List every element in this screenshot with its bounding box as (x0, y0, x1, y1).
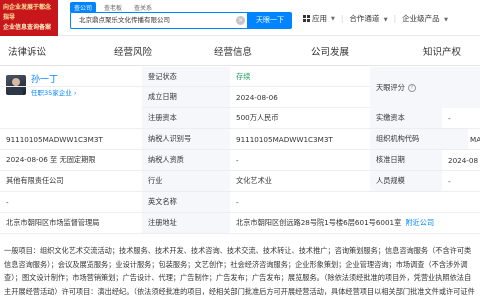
address-value: 北京市朝阳区创远路28号院1号楼6层601号6001室 (236, 218, 402, 227)
table-row: 登记状态 存续 天眼评分 ? (0, 67, 480, 108)
table-row: 注册资本 500万人民币 实缴资本 - (0, 108, 480, 129)
score-label: 天眼评分 (376, 82, 405, 92)
close-icon[interactable]: × (236, 16, 245, 25)
taxpayer-label: 纳税人资质 (142, 150, 230, 170)
approval-value: 2024-08 (448, 155, 479, 165)
score-label-cell: 天眼评分 ? (370, 67, 480, 108)
credit-code-value[interactable]: 91110105MADWW1C3M3T (0, 129, 142, 149)
nav-apps-label: 应用 (312, 14, 327, 23)
address-label: 注册地址 (142, 213, 230, 233)
tab-risk[interactable]: 经营风险 (114, 44, 152, 58)
nearby-companies-link[interactable]: 附近公司 (405, 218, 434, 228)
taxpayer-value: - (236, 155, 239, 165)
paid-capital-label: 实缴资本 (370, 108, 442, 128)
address-cell: 北京市朝阳区创远路28号院1号楼6层601号6001室 附近公司 (230, 213, 480, 233)
blank-cell (0, 108, 142, 128)
chevron-down-icon: ▼ (444, 17, 448, 23)
tax-id-value[interactable]: 91110105MADWW1C3M3T (230, 129, 370, 149)
nav-cooperation-label: 合作通道 (349, 14, 380, 23)
tax-id-label: 纳税人识别号 (142, 129, 230, 149)
established-value: 2024-08-06 (236, 92, 278, 102)
english-name-value: - (236, 197, 239, 207)
table-row: 成立日期 2024-08-06 (142, 87, 370, 108)
status-label: 登记状态 (142, 67, 230, 86)
industry-label: 行业 (142, 171, 230, 191)
banner-line-1: 向企业发展于都念指导 (3, 4, 52, 21)
term-value: 2024-08-06 至 无固定期限 (6, 155, 96, 164)
english-name-label: 英文名称 (142, 192, 230, 212)
nav-enterprise-label: 企业级产品 (402, 14, 440, 23)
approval-label: 核准日期 (370, 150, 442, 170)
business-scope-text: 一般项目：组织文化艺术交流活动；技术服务、技术开发、技术咨询、技术交流、技术转让… (4, 246, 475, 296)
authority-value: 北京市朝阳区市场监督管理局 (6, 218, 100, 227)
grid-icon (303, 15, 310, 22)
org-code-label: 组织机构代码 (370, 129, 468, 149)
promo-banner[interactable]: 向企业发展于都念指导 企业信息查询备案 (0, 0, 58, 36)
nav-divider: | (340, 14, 344, 23)
nav-enterprise[interactable]: 企业级产品 ▼ (402, 13, 448, 24)
table-row: 2024-08-06 至 无固定期限 纳税人资质 - 核准日期 2024-08 (0, 150, 480, 171)
reg-capital-value: 500万人民币 (236, 113, 279, 122)
reg-capital-label: 注册资本 (142, 108, 230, 128)
nav-apps[interactable]: 应用 ▼ (303, 13, 335, 24)
search-input[interactable]: 北京鼎点聚乐文化传播有限公司 (70, 12, 248, 29)
established-label: 成立日期 (142, 87, 230, 107)
tab-operation[interactable]: 经营信息 (214, 44, 252, 58)
table-row: - 英文名称 - (0, 192, 480, 213)
search-button[interactable]: 天眼一下 (248, 12, 292, 29)
chevron-down-icon: ▼ (331, 15, 335, 22)
question-icon[interactable]: ? (407, 83, 416, 92)
table-row: 91110105MADWW1C3M3T 纳税人识别号 91110105MADWW… (0, 129, 480, 150)
tab-development[interactable]: 公司发展 (311, 44, 349, 58)
nav-divider: | (393, 14, 397, 23)
chevron-down-icon: ▼ (383, 17, 388, 23)
company-type-value: 其他有限责任公司 (6, 176, 64, 185)
org-code-value: MA (470, 134, 480, 144)
table-row: 其他有限责任公司 行业 文化艺术业 人员规模 - (0, 171, 480, 192)
banner-line-2: 企业信息查询备案 (3, 24, 52, 31)
nav-cooperation[interactable]: 合作通道 ▼ (349, 13, 387, 24)
tab-legal[interactable]: 法律诉讼 (8, 44, 46, 58)
table-row: 北京市朝阳区市场监督管理局 注册地址 北京市朝阳区创远路28号院1号楼6层601… (0, 213, 480, 234)
legal-rep-companies[interactable]: 任职35家企业 › (31, 88, 76, 98)
status-badge: 存续 (236, 71, 251, 81)
section-tabs: 法律诉讼 经营风险 经营信息 公司发展 知识产权 (0, 37, 480, 66)
paid-capital-value: - (448, 113, 451, 123)
staff-value: - (448, 176, 451, 186)
industry-value: 文化艺术业 (236, 176, 272, 185)
staff-label: 人员规模 (370, 171, 442, 191)
insured-value: - (6, 197, 9, 207)
top-bar: 向企业发展于都念指导 企业信息查询备案 查公司 查老板 查关系 北京鼎点聚乐文化… (0, 0, 480, 36)
tab-ip[interactable]: 知识产权 (423, 44, 461, 58)
top-nav: 应用 ▼ | 合作通道 ▼ | 企业级产品 ▼ (303, 13, 448, 24)
